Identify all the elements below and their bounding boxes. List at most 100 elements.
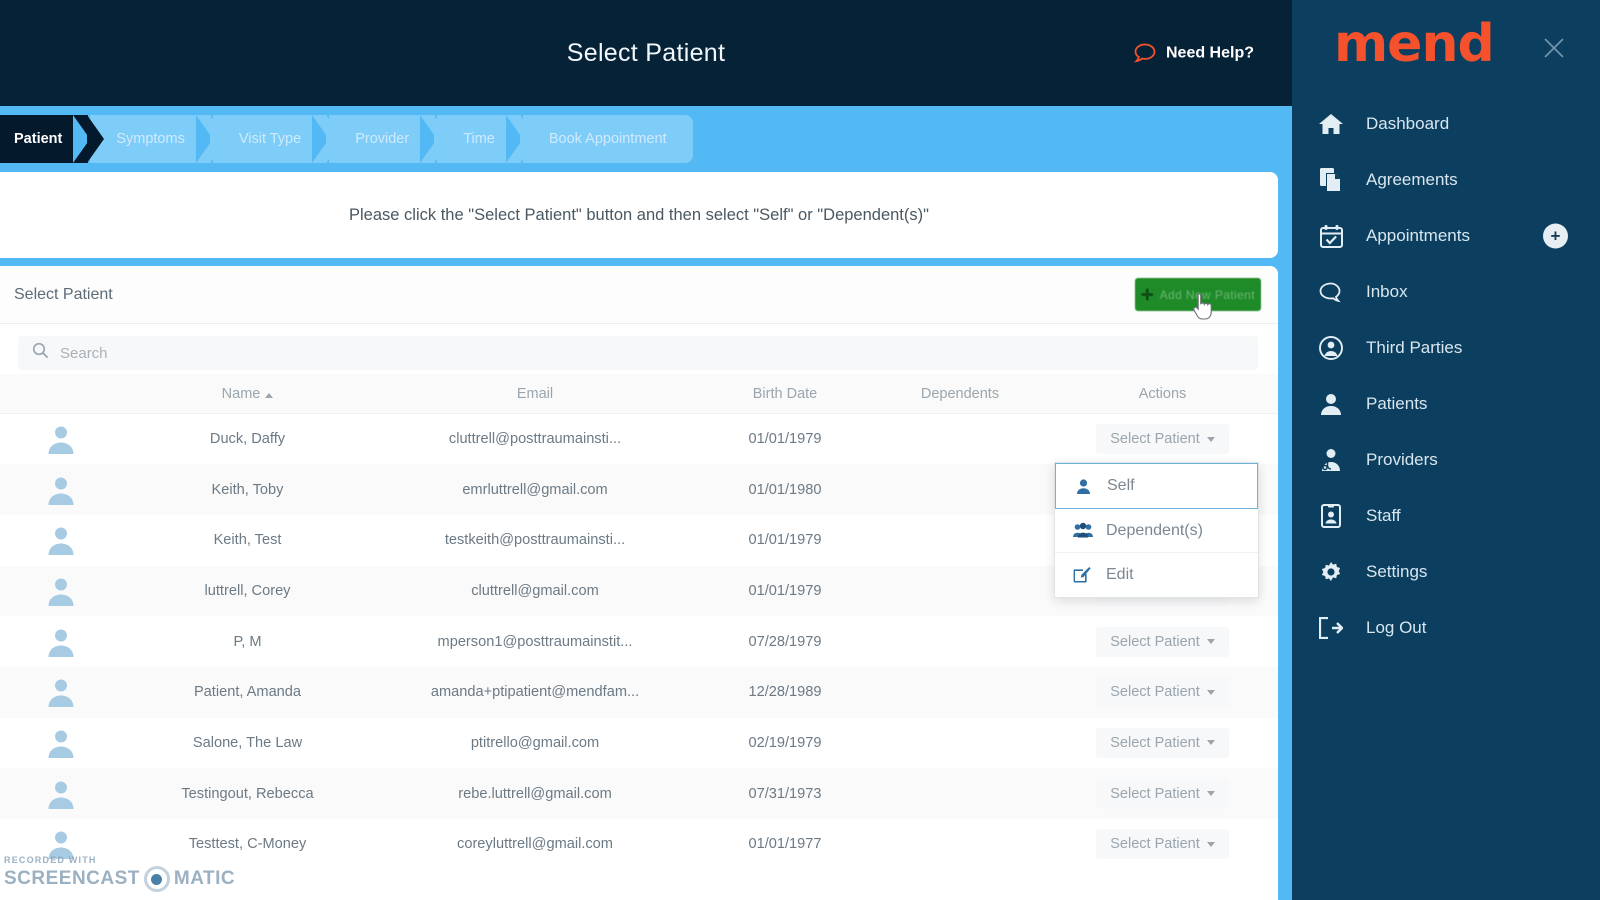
search-input[interactable]: Search <box>18 336 1258 370</box>
breadcrumb-strip: Patient Symptoms Visit Type Provider Tim… <box>0 106 1292 172</box>
home-icon <box>1318 111 1344 137</box>
breadcrumb-step-visit-type[interactable]: Visit Type <box>195 115 344 163</box>
main-content-area: Select Patient Need Help? Patient Sympto… <box>0 0 1292 900</box>
row-name: Duck, Daffy <box>209 431 286 448</box>
select-patient-button[interactable]: Select Patient <box>1096 778 1229 809</box>
row-actions: Select Patient <box>1045 819 1278 870</box>
sidebar-logo-row: mend <box>1292 0 1600 96</box>
doctor-icon <box>1318 447 1344 473</box>
chevron-down-icon <box>1206 740 1215 746</box>
row-avatar <box>0 515 120 566</box>
row-name: Keith, Toby <box>211 481 284 498</box>
chevron-down-icon <box>1206 841 1215 847</box>
row-actions: Select Patient <box>1045 616 1278 667</box>
pencil-square-icon <box>1073 566 1092 584</box>
sidebar-item-third-parties[interactable]: Third Parties <box>1292 320 1600 376</box>
sidebar-item-inbox[interactable]: Inbox <box>1292 264 1600 320</box>
table-row: Salone, The Law ptitrello@gmail.com 02/19/… <box>0 718 1278 769</box>
sidebar-item-appointments[interactable]: Appointments + <box>1292 208 1600 264</box>
select-patient-button[interactable]: Select Patient <box>1096 829 1229 860</box>
sidebar-item-log-out[interactable]: Log Out <box>1292 600 1600 656</box>
select-patient-button[interactable]: Select Patient <box>1096 677 1229 708</box>
row-name: luttrell, Corey <box>204 582 291 599</box>
sidebar: mend Dashboard Agreements Appointments +… <box>1292 0 1600 900</box>
search-icon <box>32 342 49 364</box>
column-header-avatar <box>0 374 120 414</box>
add-new-patient-button[interactable]: ✛ Add New Patient <box>1135 278 1261 311</box>
select-patient-dropdown-menu: Self Dependent(s) Edit <box>1054 462 1259 598</box>
instruction-text: Please click the "Select Patient" button… <box>349 205 929 224</box>
select-patient-button[interactable]: Select Patient <box>1096 727 1229 758</box>
row-actions: Select Patient <box>1045 667 1278 718</box>
need-help-button[interactable]: Need Help? <box>1133 43 1254 63</box>
sidebar-item-label: Appointments <box>1366 226 1470 245</box>
row-avatar <box>0 414 120 465</box>
watermark-left-word: SCREENCAST <box>4 868 140 889</box>
column-header-dependents[interactable]: Dependents <box>875 374 1045 414</box>
breadcrumb-label: Provider <box>355 131 410 147</box>
chevron-down-icon <box>1206 436 1215 442</box>
screencast-watermark: RECORDED WITH SCREENCAST MATIC <box>4 855 235 892</box>
add-appointment-button[interactable]: + <box>1543 223 1568 249</box>
close-icon[interactable] <box>1542 36 1566 60</box>
row-dependents <box>875 616 1045 667</box>
sidebar-item-label: Log Out <box>1366 618 1427 637</box>
gear-icon <box>1318 559 1344 585</box>
column-header-actions: Actions <box>1045 374 1278 414</box>
chevron-down-icon <box>1206 791 1215 797</box>
table-row: Testingout, Rebecca rebe.luttrell@gmail.c… <box>0 768 1278 819</box>
dropdown-item-self[interactable]: Self <box>1055 463 1258 509</box>
column-header-name[interactable]: Name <box>120 374 375 414</box>
chevron-down-icon <box>1206 689 1215 695</box>
row-birth-date: 01/01/1980 <box>748 481 822 498</box>
row-birth-date: 12/28/1989 <box>748 684 822 701</box>
select-patient-button[interactable]: Select Patient <box>1096 626 1229 657</box>
select-patient-label: Select Patient <box>1110 836 1200 853</box>
speech-bubble-icon <box>1318 279 1344 305</box>
row-name: Salone, The Law <box>192 734 303 751</box>
breadcrumb-step-symptoms[interactable]: Symptoms <box>73 115 227 163</box>
column-header-email[interactable]: Email <box>375 374 695 414</box>
sidebar-item-staff[interactable]: Staff <box>1292 488 1600 544</box>
chevron-down-icon <box>1206 639 1215 645</box>
row-email: ptitrello@gmail.com <box>470 734 600 751</box>
row-name: P, M <box>233 633 262 650</box>
column-header-birth-date[interactable]: Birth Date <box>695 374 875 414</box>
select-patient-button[interactable]: Select Patient <box>1096 424 1229 455</box>
row-birth-date: 01/01/1979 <box>748 431 822 448</box>
row-dependents <box>875 819 1045 870</box>
table-row: Patient, Amanda amanda+ptipatient@mendfam… <box>0 666 1278 718</box>
row-birth-date: 02/19/1979 <box>748 734 822 751</box>
mend-logo: mend <box>1334 14 1495 74</box>
row-birth-date: 07/28/1979 <box>748 633 822 650</box>
logout-icon <box>1318 615 1344 641</box>
user-icon <box>1318 391 1344 417</box>
breadcrumb-step-book-appointment[interactable]: Book Appointment <box>505 115 693 163</box>
search-placeholder: Search <box>60 344 108 362</box>
row-email: testkeith@posttraumainsti... <box>444 532 626 549</box>
add-new-patient-label: Add New Patient <box>1159 287 1255 302</box>
app-root: Select Patient Need Help? Patient Sympto… <box>0 0 1600 900</box>
row-actions: Select Patient <box>1045 718 1278 769</box>
row-dependents <box>875 667 1045 718</box>
sidebar-item-label: Providers <box>1366 450 1438 469</box>
sidebar-item-agreements[interactable]: Agreements <box>1292 152 1600 208</box>
row-dependents <box>875 515 1045 566</box>
row-name: Keith, Test <box>213 532 282 549</box>
dropdown-item-edit[interactable]: Edit <box>1055 553 1258 597</box>
documents-icon <box>1318 167 1344 193</box>
row-email: cluttrell@gmail.com <box>471 582 599 599</box>
sidebar-item-label: Settings <box>1366 562 1428 581</box>
sidebar-item-label: Inbox <box>1366 282 1408 301</box>
row-name: Patient, Amanda <box>193 684 302 701</box>
select-patient-label: Select Patient <box>1110 785 1200 802</box>
user-icon <box>1074 478 1093 495</box>
sidebar-item-dashboard[interactable]: Dashboard <box>1292 96 1600 152</box>
dropdown-item-dependents[interactable]: Dependent(s) <box>1055 509 1258 553</box>
sidebar-item-patients[interactable]: Patients <box>1292 376 1600 432</box>
row-avatar <box>0 464 120 515</box>
calendar-check-icon <box>1318 223 1344 249</box>
sidebar-item-settings[interactable]: Settings <box>1292 544 1600 600</box>
sidebar-item-providers[interactable]: Providers <box>1292 432 1600 488</box>
sidebar-item-label: Agreements <box>1366 170 1458 189</box>
